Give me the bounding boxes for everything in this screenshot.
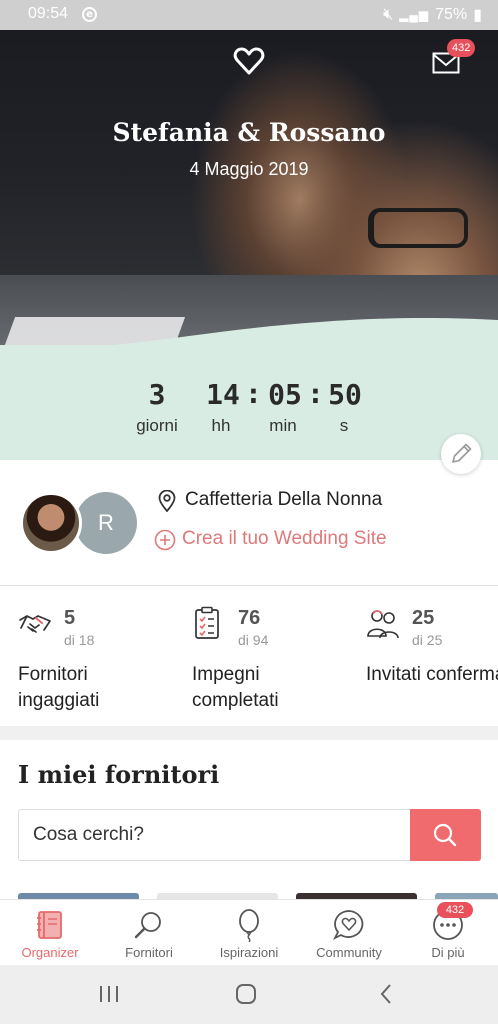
balloon-icon xyxy=(239,909,259,942)
nav-more-label: Di più xyxy=(431,945,465,960)
venue-name[interactable]: Caffetteria Della Nonna xyxy=(185,489,382,511)
stat-vendors-total: di 18 xyxy=(64,632,95,648)
battery-level: 75% xyxy=(435,6,468,23)
nav-inspiration-label: Ispirazioni xyxy=(219,945,279,960)
nav-community[interactable]: Community xyxy=(304,900,394,966)
countdown-minutes: 05 xyxy=(268,378,302,411)
system-navigation-bar xyxy=(0,965,498,1024)
countdown-colon: : xyxy=(245,377,262,410)
nav-organizer-label: Organizer xyxy=(21,945,79,960)
organizer-icon xyxy=(37,911,62,939)
nav-inspiration[interactable]: Ispirazioni xyxy=(204,900,294,966)
handshake-icon xyxy=(19,615,51,633)
vendor-search-bar xyxy=(18,809,481,861)
stat-guests-label: Invitati confermati xyxy=(366,664,498,685)
recent-apps-icon[interactable] xyxy=(96,981,122,1007)
signal-icon: ▂▄▆ xyxy=(399,8,430,22)
avatar-bride[interactable] xyxy=(20,492,82,554)
countdown-hours-label: hh xyxy=(211,416,231,435)
stat-vendors-value: 5 xyxy=(64,607,76,629)
status-bar: 09:54 e 🔇︎ ▂▄▆ 75% ▮ xyxy=(0,0,498,30)
nav-vendors[interactable]: Fornitori xyxy=(104,900,194,966)
guests-icon xyxy=(367,610,399,639)
mute-icon: 🔇︎ xyxy=(383,6,394,23)
countdown-seconds-label: s xyxy=(339,416,349,435)
countdown-days-label: giorni xyxy=(136,416,178,435)
nav-organizer[interactable]: Organizer xyxy=(5,900,95,966)
wedding-date: 4 Maggio 2019 xyxy=(189,159,309,179)
edit-button[interactable] xyxy=(441,434,481,474)
section-separator xyxy=(0,726,498,740)
pencil-icon xyxy=(452,443,472,463)
wave-divider xyxy=(0,318,498,360)
stat-guests-total: di 25 xyxy=(412,632,443,648)
chat-heart-icon xyxy=(332,910,364,941)
stat-guests-value: 25 xyxy=(412,607,435,629)
bottom-navigation: Organizer Fornitori Ispirazioni Communit… xyxy=(0,899,498,965)
messages-badge: 432 xyxy=(447,39,476,57)
more-badge: 432 xyxy=(437,902,473,918)
battery-icon: ▮ xyxy=(473,7,482,24)
stat-tasks-total: di 94 xyxy=(238,632,269,648)
notification-e-icon: e xyxy=(82,7,97,22)
home-icon[interactable] xyxy=(233,981,259,1007)
nav-community-label: Community xyxy=(316,945,382,960)
countdown-days: 3 xyxy=(148,378,166,411)
add-circle-icon xyxy=(154,529,176,551)
photo-glasses xyxy=(368,208,468,248)
heart-logo-icon xyxy=(233,47,265,75)
stat-tasks-label: Impegni completati xyxy=(192,664,279,711)
location-pin-icon xyxy=(158,490,176,512)
avatar-partner[interactable]: R xyxy=(75,492,137,554)
couple-names: Stefania & Rossano xyxy=(112,118,386,147)
nav-vendors-label: Fornitori xyxy=(125,945,173,960)
countdown-hours: 14 xyxy=(206,378,240,411)
back-icon[interactable] xyxy=(374,981,400,1007)
countdown-minutes-label: min xyxy=(269,416,297,435)
vendors-title: I miei fornitori xyxy=(18,760,220,789)
search-button[interactable] xyxy=(410,809,481,861)
stat-vendors-label: Fornitori ingaggiati xyxy=(18,664,100,711)
stat-tasks-value: 76 xyxy=(238,607,261,629)
vendor-search-input[interactable] xyxy=(19,810,411,860)
status-time: 09:54 xyxy=(28,5,69,22)
section-divider xyxy=(0,585,498,586)
search-icon xyxy=(134,912,161,939)
search-icon xyxy=(433,823,457,847)
countdown-seconds: 50 xyxy=(328,378,362,411)
status-icons: 🔇︎ ▂▄▆ 75% ▮ xyxy=(383,5,482,25)
checklist-icon xyxy=(195,606,219,639)
create-wedding-site-link[interactable]: Crea il tuo Wedding Site xyxy=(182,528,387,550)
